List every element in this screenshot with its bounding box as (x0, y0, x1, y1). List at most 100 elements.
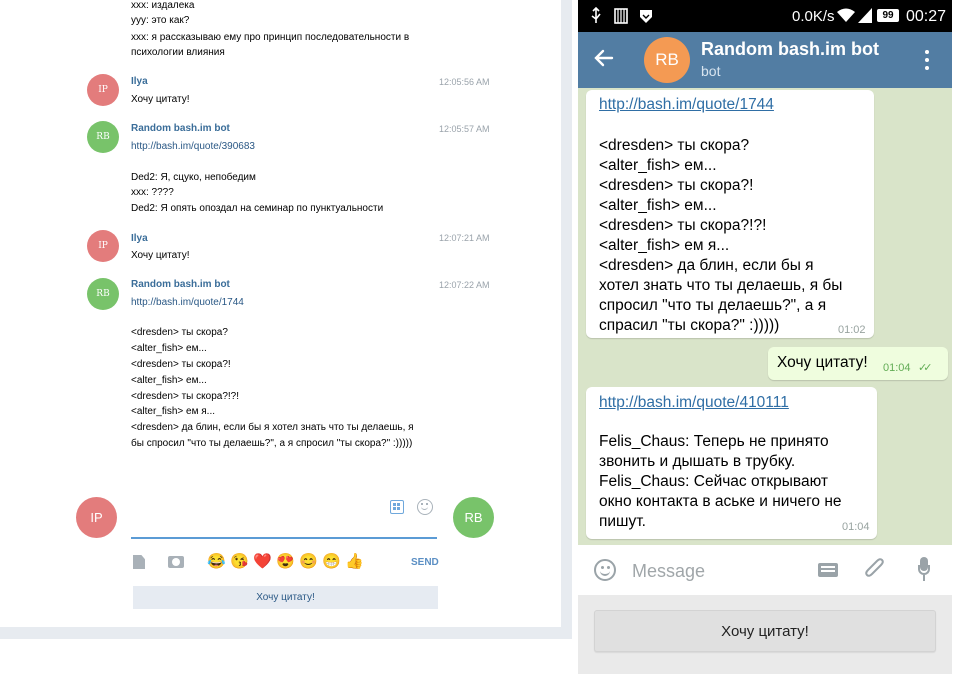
message-text: <dresden> ты скора?!?! (131, 391, 239, 402)
message-text: бы спросил "что ты делаешь?", а я спроси… (131, 438, 413, 449)
quote-link[interactable]: http://bash.im/quote/410111 (599, 394, 789, 412)
history-line: xxx: я рассказываю ему про принцип после… (131, 32, 410, 43)
microphone-icon[interactable] (918, 557, 930, 583)
bot-keyboard-icon[interactable] (390, 500, 404, 514)
emoji-icon[interactable] (417, 499, 433, 515)
chat-header: RB Random bash.im bot bot (578, 32, 952, 88)
emoji-joy-icon[interactable]: 😂 (207, 553, 226, 571)
avatar[interactable]: RB (87, 278, 119, 310)
emoji-kiss-icon[interactable]: 😘 (230, 553, 249, 571)
emoji-heart-icon[interactable]: ❤️ (253, 553, 272, 571)
message-time: 01:02 (838, 324, 866, 336)
message-line: <alter_fish> ем... (599, 157, 717, 174)
message-line: пишут. (599, 513, 646, 530)
outgoing-message-bubble[interactable]: Хочу цитату! 01:04 ✓✓ (768, 347, 948, 380)
emoji-icon[interactable] (594, 559, 616, 581)
message-line: спросил "что ты делаешь?", а я (599, 297, 827, 314)
attach-paperclip-icon[interactable] (864, 558, 886, 588)
chat-subtitle: bot (701, 63, 721, 79)
message-text: <alter_fish> ем я... (131, 406, 215, 417)
message-text: Хочу цитату! (131, 94, 190, 105)
chat-area[interactable]: http://bash.im/quote/1744 <dresden> ты с… (578, 88, 952, 545)
battery-icon: 99 (877, 9, 899, 22)
bot-reply-keyboard: Хочу цитату! (578, 595, 952, 674)
emoji-blush-icon[interactable]: 😊 (299, 553, 318, 571)
message-line: Хочу цитату! (777, 354, 868, 371)
message-line: <dresden> да блин, если бы я (599, 257, 814, 274)
back-arrow-icon[interactable] (592, 46, 620, 74)
message-text: Ded2: Я, сцуко, непобедим (131, 172, 256, 183)
document-icon[interactable] (133, 555, 145, 569)
paperclip-glyph (865, 558, 884, 577)
message-line: <dresden> ты скора?!?! (599, 217, 767, 234)
quick-reply-button[interactable]: Хочу цитату! (133, 586, 438, 609)
avatar[interactable]: RB (87, 121, 119, 153)
message-line: <dresden> ты скора?! (599, 177, 754, 194)
android-client: 0.0K/s 99 00:27 RB Random bash.im bot bo… (578, 0, 952, 674)
read-checkmarks-icon: ✓✓ (918, 362, 933, 374)
message-line: хотел знать что ты делаешь, я бы (599, 277, 843, 294)
message-text: xxx: ???? (131, 187, 174, 198)
message-line: <alter_fish> ем... (599, 197, 717, 214)
sender-name[interactable]: Random bash.im bot (131, 123, 230, 134)
message-composer (578, 545, 952, 595)
desktop-chat-panel: xxx: издалека yyy: это как? xxx: я расск… (0, 0, 561, 627)
message-input[interactable] (131, 537, 437, 539)
avatar[interactable]: IP (87, 230, 119, 262)
desktop-client: xxx: издалека yyy: это как? xxx: я расск… (0, 0, 572, 674)
status-bar: 0.0K/s 99 00:27 (578, 0, 952, 32)
status-notification-icon (591, 6, 652, 24)
message-text: <alter_fish> ем... (131, 343, 207, 354)
emoji-heart-eyes-icon[interactable]: 😍 (276, 553, 295, 571)
quote-link[interactable]: http://bash.im/quote/1744 (131, 297, 244, 308)
bot-avatar[interactable]: RB (644, 37, 690, 83)
notification-icons (590, 6, 680, 30)
more-vert-icon[interactable] (921, 48, 933, 72)
panel-edge (0, 627, 572, 639)
message-text: Ded2: Я опять опоздал на семинар по пунк… (131, 203, 384, 214)
sender-name[interactable]: Random bash.im bot (131, 279, 230, 290)
message-time: 12:07:22 AM (439, 280, 490, 290)
message-line: спрасил "ты скора?" :))))) (599, 317, 780, 334)
message-time: 01:04 (883, 362, 911, 374)
history-line: xxx: издалека (131, 0, 195, 11)
message-time: 12:07:21 AM (439, 233, 490, 243)
emoji-thumbs-up-icon[interactable]: 👍 (345, 553, 364, 571)
message-text: Хочу цитату! (131, 250, 190, 261)
message-line: звонить и дышать в трубку. (599, 453, 796, 470)
keyboard-icon[interactable] (818, 563, 838, 577)
quote-link[interactable]: http://bash.im/quote/390683 (131, 141, 255, 152)
message-line: окно контакта в аське и ничего не (599, 493, 842, 510)
wifi-icon (837, 8, 855, 22)
send-button[interactable]: SEND (411, 557, 439, 568)
history-line: психологии влияния (131, 47, 225, 58)
peer-avatar[interactable]: RB (453, 497, 494, 538)
avatar[interactable]: IP (87, 74, 119, 106)
message-text: <dresden> да блин, если бы я хотел знать… (131, 422, 414, 433)
message-line: Felis_Chaus: Теперь не принято (599, 433, 829, 450)
emoji-grin-icon[interactable]: 😁 (322, 553, 341, 571)
clock: 00:27 (906, 8, 947, 25)
network-speed: 0.0K/s (792, 8, 835, 25)
message-time: 12:05:56 AM (439, 77, 490, 87)
blank-area (0, 639, 572, 674)
camera-icon[interactable] (168, 556, 184, 568)
signal-icon (858, 8, 872, 23)
back-arrow-glyph (594, 49, 614, 67)
quote-link[interactable]: http://bash.im/quote/1744 (599, 96, 774, 114)
my-avatar[interactable]: IP (76, 497, 117, 538)
sender-name[interactable]: Ilya (131, 76, 148, 87)
message-time: 12:05:57 AM (439, 124, 490, 134)
message-time: 01:04 (842, 521, 870, 533)
history-line: yyy: это как? (131, 15, 190, 26)
message-line: <dresden> ты скора? (599, 137, 750, 154)
message-text: <alter_fish> ем... (131, 375, 207, 386)
chat-title[interactable]: Random bash.im bot (701, 39, 879, 60)
message-input[interactable] (632, 559, 822, 583)
message-line: <alter_fish> ем я... (599, 237, 730, 254)
message-line: Felis_Chaus: Сейчас открывают (599, 473, 828, 490)
message-bubble[interactable]: http://bash.im/quote/410111 Felis_Chaus:… (586, 387, 877, 539)
message-bubble[interactable]: http://bash.im/quote/1744 <dresden> ты с… (586, 90, 874, 338)
quick-reply-button[interactable]: Хочу цитату! (594, 610, 936, 652)
sender-name[interactable]: Ilya (131, 233, 148, 244)
